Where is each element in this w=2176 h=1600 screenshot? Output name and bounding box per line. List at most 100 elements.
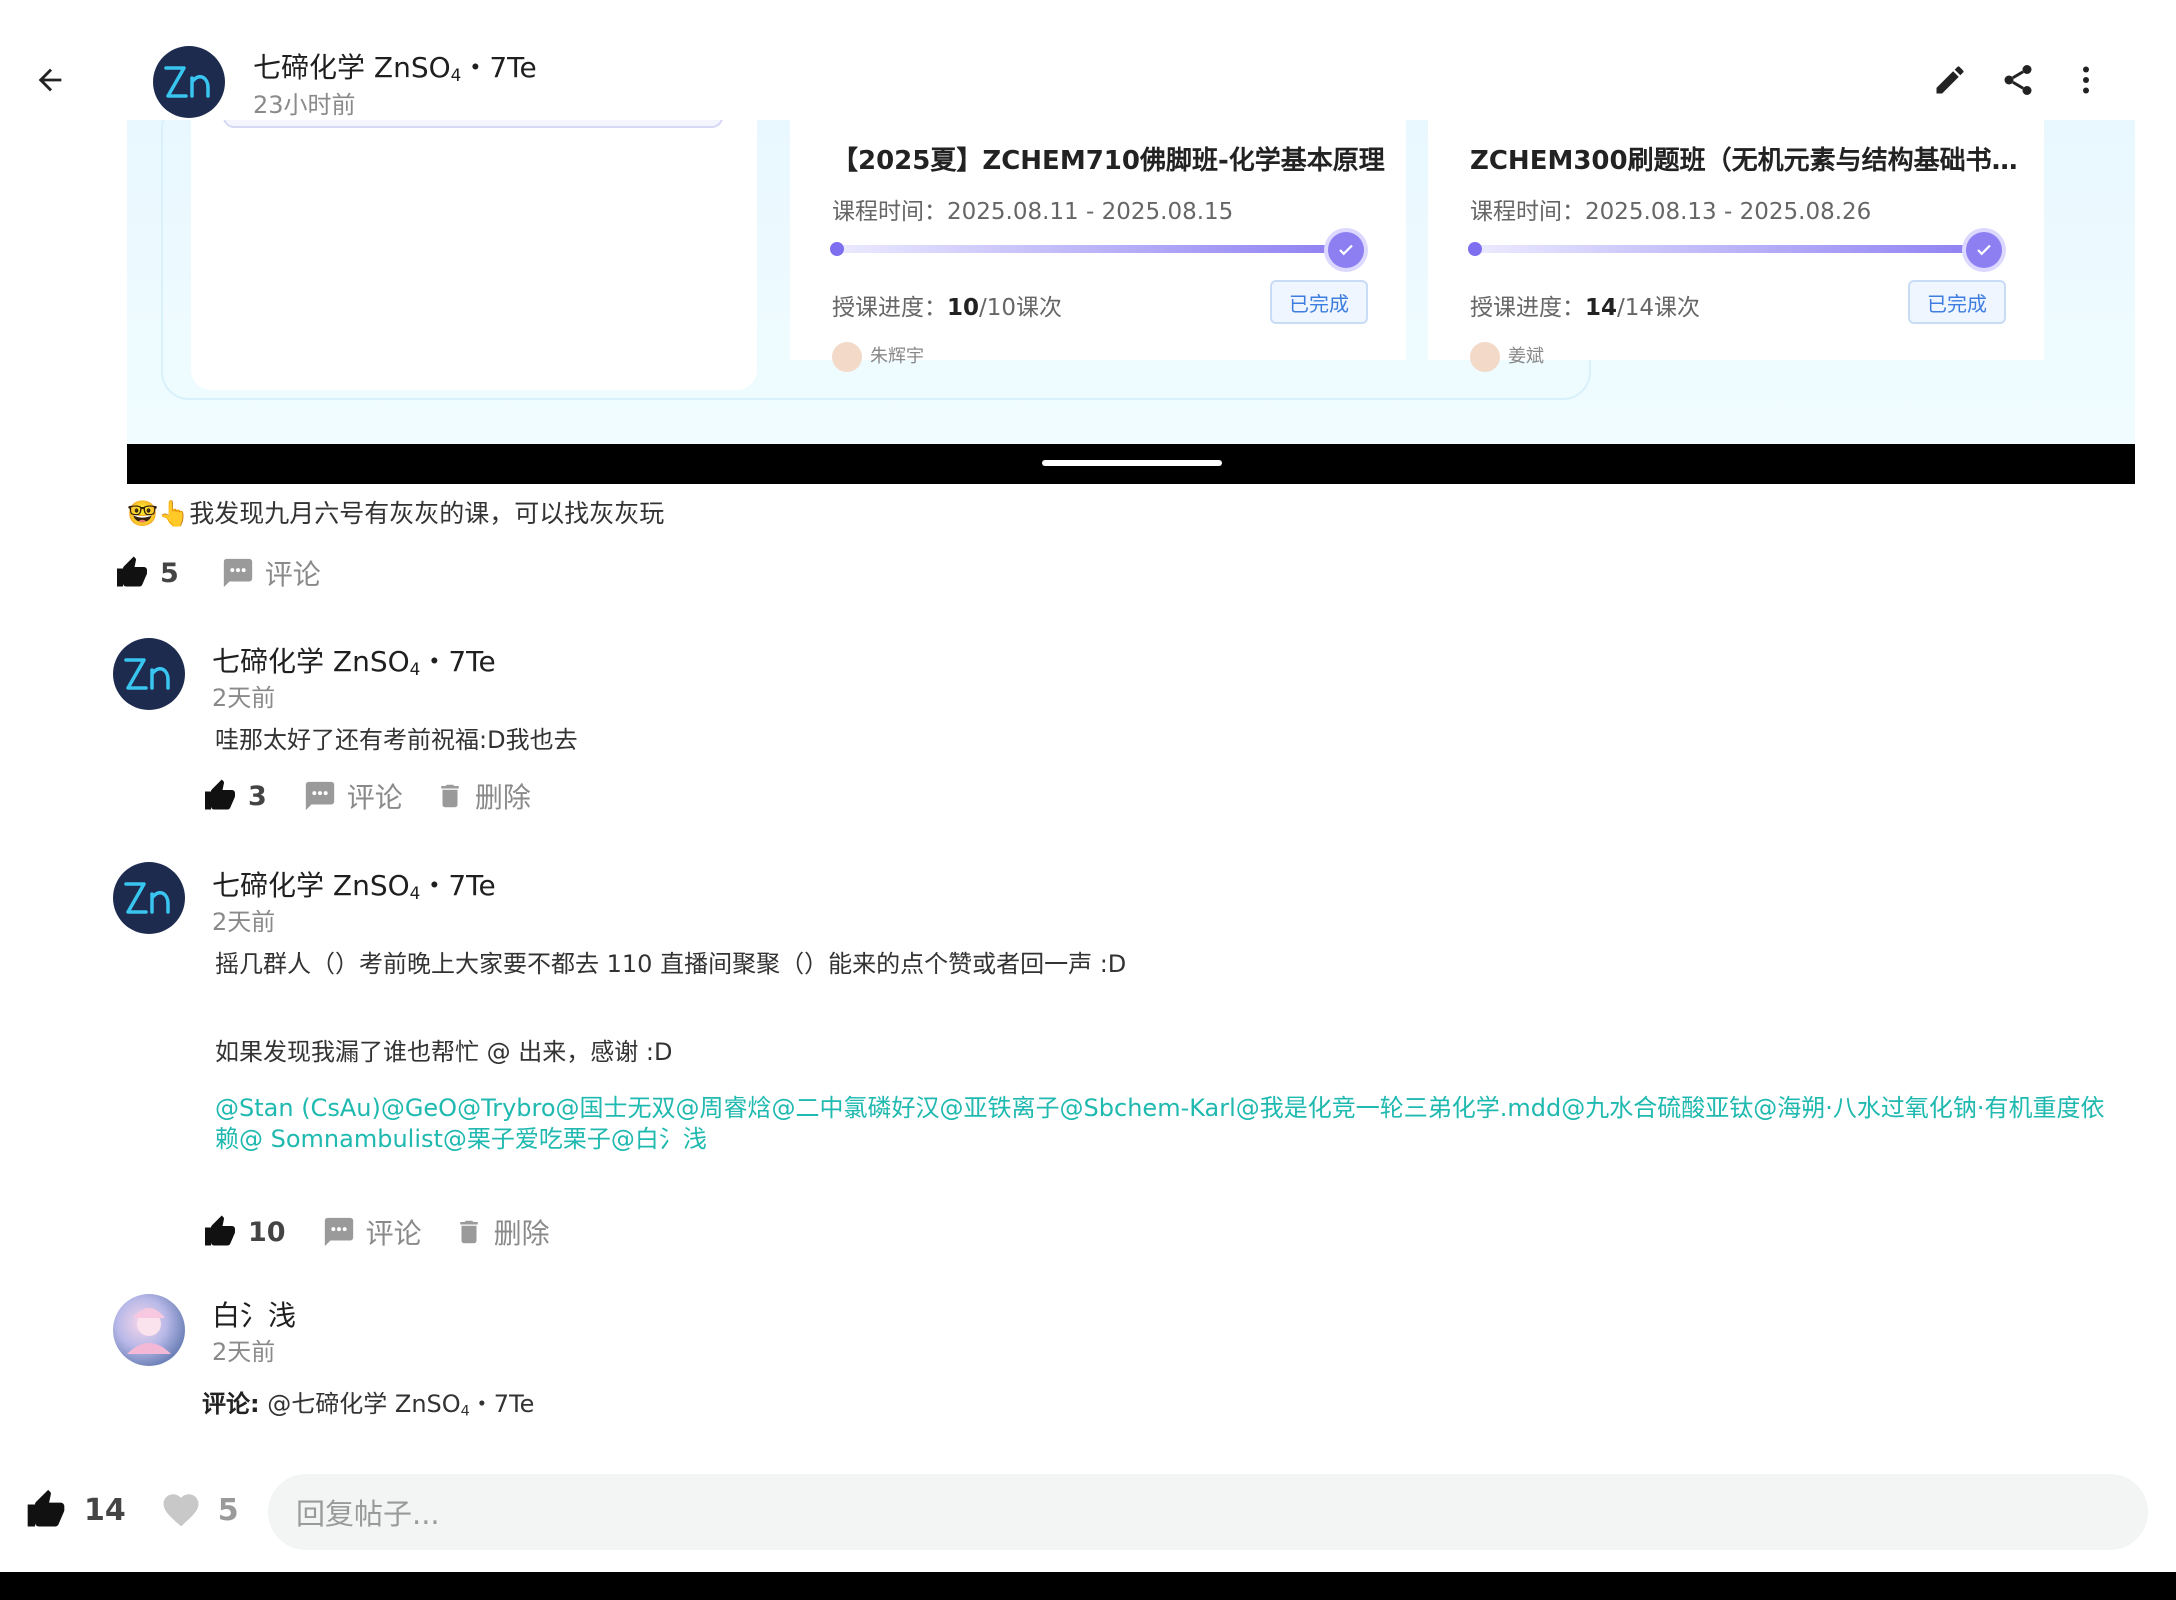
post-like-button[interactable]: 5 bbox=[114, 555, 179, 591]
back-button[interactable] bbox=[28, 58, 72, 102]
comment-text: 哇那太好了还有考前祝福:D我也去 bbox=[215, 726, 578, 754]
mention-link[interactable]: @我是化竞一轮三弟化学.mdd bbox=[1236, 1094, 1561, 1122]
comment-icon bbox=[324, 1217, 353, 1247]
mention-list: @Stan (CsAu)@GeO@Trybro@国士无双@周睿焓@二中氯磷好汉@… bbox=[215, 1093, 2115, 1155]
post-time: 23小时前 bbox=[253, 91, 356, 119]
trash-icon bbox=[459, 1220, 478, 1244]
bottom-like-button[interactable]: 14 bbox=[24, 1488, 126, 1532]
teacher: 姜斌 bbox=[1470, 342, 1544, 372]
heart-icon bbox=[163, 1494, 199, 1527]
post-text: 🤓👆我发现九月六号有灰灰的课，可以找灰灰玩 bbox=[127, 499, 665, 528]
mention-link[interactable]: @ Somnambulist bbox=[239, 1125, 443, 1153]
progress-start-dot bbox=[830, 242, 844, 256]
course-time: 课程时间：2025.08.13 - 2025.08.26 bbox=[1470, 199, 1872, 225]
course-time: 课程时间：2025.08.11 - 2025.08.15 bbox=[832, 199, 1234, 225]
comment-label: 评论 bbox=[264, 558, 321, 591]
image-pill bbox=[223, 120, 723, 128]
thumbs-up-icon bbox=[205, 779, 235, 810]
post-image[interactable]: 【2025夏】ZCHEM710佛脚班-化学基本原理 课程时间：2025.08.1… bbox=[127, 120, 2135, 484]
mention-link[interactable]: @Sbchem-Karl bbox=[1060, 1094, 1236, 1122]
progress-check-icon bbox=[1328, 232, 1364, 268]
comment-delete-button[interactable]: 删除 bbox=[454, 1212, 550, 1252]
delete-label: 删除 bbox=[474, 781, 531, 814]
system-nav-bar bbox=[0, 1572, 2176, 1600]
share-button[interactable] bbox=[1996, 58, 2040, 102]
thumbs-up-icon bbox=[117, 556, 147, 587]
progress-start-dot bbox=[1468, 242, 1482, 256]
course-title: ZCHEM300刷题班（无机元素与结构基础书… bbox=[1470, 146, 2018, 176]
post-comment-button[interactable]: 评论 bbox=[221, 553, 321, 593]
course-card: 【2025夏】ZCHEM710佛脚班-化学基本原理 课程时间：2025.08.1… bbox=[790, 120, 1406, 372]
comment-author[interactable]: 七碲化学 ZnSO4・7Te bbox=[212, 864, 496, 904]
reply-input[interactable]: 回复帖子... bbox=[268, 1474, 2148, 1550]
teacher: 朱辉宇 bbox=[832, 342, 924, 372]
mention-link[interactable]: @国士无双 bbox=[556, 1094, 676, 1122]
mention-link[interactable]: @Stan (CsAu) bbox=[215, 1094, 381, 1122]
comment-icon bbox=[305, 781, 334, 811]
comment-avatar[interactable] bbox=[113, 862, 185, 934]
mention-link[interactable]: @GeO bbox=[381, 1094, 457, 1122]
comment-time: 2天前 bbox=[212, 908, 276, 936]
drag-handle[interactable] bbox=[1042, 460, 1222, 466]
thumbs-up-icon bbox=[205, 1215, 235, 1246]
mention-link[interactable]: @Trybro bbox=[457, 1094, 555, 1122]
mention-link[interactable]: @白氵浅 bbox=[611, 1125, 707, 1153]
comment-actions: 10 评论 删除 bbox=[202, 1212, 550, 1252]
like-count: 14 bbox=[84, 1492, 126, 1528]
progress-track bbox=[834, 245, 1344, 253]
like-count: 5 bbox=[160, 557, 179, 589]
reply-placeholder: 回复帖子... bbox=[296, 1497, 440, 1531]
more-button[interactable] bbox=[2064, 58, 2108, 102]
comment-actions: 3 评论 删除 bbox=[202, 776, 531, 816]
arrow-left-icon bbox=[38, 68, 62, 92]
course-progress: 授课进度：14/14课次 bbox=[1470, 295, 1701, 321]
mention-link[interactable]: @周睿焓 bbox=[676, 1094, 772, 1122]
comment-label: 评论 bbox=[365, 1217, 422, 1250]
teacher-avatar bbox=[832, 342, 862, 372]
comment-like-button[interactable]: 10 bbox=[202, 1214, 286, 1250]
top-bar: 七碲化学 ZnSO4・7Te 23小时前 bbox=[0, 0, 2176, 120]
progress-track bbox=[1472, 245, 1982, 253]
pencil-icon bbox=[1936, 66, 1964, 94]
reply-target: 评论: @七碲化学 ZnSO4・7Te bbox=[202, 1390, 535, 1420]
comment-avatar[interactable] bbox=[113, 1294, 185, 1366]
comment-text-line: 摇几群人（）考前晚上大家要不都去 110 直播间聚聚（）能来的点个赞或者回一声 … bbox=[215, 950, 1127, 978]
author-avatar[interactable] bbox=[153, 46, 225, 118]
completed-badge: 已完成 bbox=[1270, 280, 1368, 324]
image-bottom-bar bbox=[127, 444, 2135, 484]
comment-reply-button[interactable]: 评论 bbox=[303, 776, 403, 816]
progress-check-icon bbox=[1966, 232, 2002, 268]
comment-time: 2天前 bbox=[212, 684, 276, 712]
course-progress: 授课进度：10/10课次 bbox=[832, 295, 1063, 321]
comment-time: 2天前 bbox=[212, 1338, 276, 1366]
mention-link[interactable]: @栗子爱吃栗子 bbox=[443, 1125, 611, 1153]
more-vert-icon bbox=[2083, 66, 2089, 94]
comment-icon bbox=[223, 558, 252, 588]
mention-link[interactable]: @九水合硫酸亚钛 bbox=[1561, 1094, 1753, 1122]
delete-label: 删除 bbox=[493, 1217, 550, 1250]
bottom-reply-bar: 14 5 回复帖子... bbox=[0, 1460, 2176, 1572]
comment-avatar[interactable] bbox=[113, 638, 185, 710]
comment-like-button[interactable]: 3 bbox=[202, 778, 267, 814]
comment-reply-button[interactable]: 评论 bbox=[322, 1212, 422, 1252]
share-icon bbox=[2004, 65, 2032, 95]
trash-icon bbox=[441, 784, 459, 808]
comment-delete-button[interactable]: 删除 bbox=[435, 776, 531, 816]
mention-link[interactable]: @亚铁离子 bbox=[940, 1094, 1060, 1122]
edit-button[interactable] bbox=[1928, 58, 1972, 102]
completed-badge: 已完成 bbox=[1908, 280, 2006, 324]
bottom-heart-button[interactable]: 5 bbox=[160, 1489, 239, 1531]
comment-label: 评论 bbox=[346, 781, 403, 814]
like-count: 3 bbox=[248, 780, 267, 812]
image-white-panel bbox=[191, 120, 757, 390]
comment-author[interactable]: 七碲化学 ZnSO4・7Te bbox=[212, 640, 496, 680]
comment-text-line: 如果发现我漏了谁也帮忙 @ 出来，感谢 :D bbox=[215, 1038, 673, 1066]
author-name[interactable]: 七碲化学 ZnSO4・7Te bbox=[253, 46, 537, 86]
like-count: 10 bbox=[248, 1216, 286, 1248]
mention-link[interactable]: @二中氯磷好汉 bbox=[772, 1094, 940, 1122]
comment-author[interactable]: 白氵浅 bbox=[212, 1294, 296, 1334]
thumbs-up-icon bbox=[27, 1489, 65, 1527]
post-actions: 5 评论 bbox=[114, 553, 321, 593]
course-card: ZCHEM300刷题班（无机元素与结构基础书… 课程时间：2025.08.13 … bbox=[1428, 120, 2044, 372]
heart-count: 5 bbox=[217, 1492, 239, 1528]
